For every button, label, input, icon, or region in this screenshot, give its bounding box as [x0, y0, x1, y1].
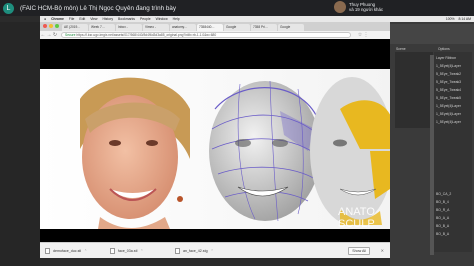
download-item[interactable]: face_03a.stl ⌃ [110, 247, 170, 254]
participant-info[interactable]: Thuy Phuong và 19 người khác [334, 1, 383, 13]
panel-tab-options[interactable]: Options [438, 47, 450, 51]
browser-tab[interactable]: Week 7… [89, 24, 115, 31]
layer-item[interactable]: 1_5Eyel(4)Layer [436, 120, 461, 124]
layer-item[interactable]: Layer Ribbon [436, 56, 456, 60]
download-filename: demoface_duc.stl [53, 248, 82, 253]
close-window-icon[interactable] [43, 24, 47, 28]
layer-item[interactable]: 1_5Eyel(4)Layer [436, 104, 461, 108]
browser-tab[interactable]: 7358 Pri… [251, 24, 277, 31]
dock-area [40, 258, 390, 266]
watermark-text-2: SCULP [338, 218, 375, 230]
tab-strip: AE (2019… Week 7… Inbox - Vimeo - anatom… [40, 22, 390, 31]
browser-tab[interactable]: Google [224, 24, 250, 31]
file-icon [175, 247, 180, 254]
menu-dots-icon[interactable]: ⋮ [363, 32, 369, 38]
menu-edit[interactable]: Edit [79, 17, 85, 21]
layer-item[interactable]: 5_5Eye_Tweak3 [436, 80, 461, 84]
subtool-item[interactable]: BO_B_A [436, 232, 449, 236]
app-toolbar [390, 24, 474, 44]
subtool-item[interactable]: BO_A_A [436, 216, 449, 220]
download-shelf: demoface_duc.stl ⌃ face_03a.stl ⌃ an_fac… [40, 242, 390, 258]
screen: L (FAIC HCM-Bộ môn) Lê Thị Ngọc Quyên đa… [0, 0, 474, 266]
meeting-header: L (FAIC HCM-Bộ môn) Lê Thị Ngọc Quyên đa… [0, 0, 474, 16]
chrome-window: AE (2019… Week 7… Inbox - Vimeo - anatom… [40, 22, 390, 258]
address-bar[interactable]: Secure https://i.ksr-ugc.imgix.net/asset… [61, 32, 351, 38]
browser-tab[interactable]: anatomy… [170, 24, 196, 31]
clock: 8:14 AM [458, 17, 471, 21]
menu-file[interactable]: File [69, 17, 74, 21]
file-icon [110, 247, 115, 254]
show-all-downloads-button[interactable]: Show All [348, 246, 370, 255]
download-filename: face_03a.stl [118, 248, 138, 253]
menu-view[interactable]: View [90, 17, 97, 21]
participant-avatar [334, 1, 346, 13]
face-sculpt-image: ANATO SCULP [40, 39, 390, 242]
browser-tab[interactable]: AE (2019… [62, 24, 88, 31]
browser-toolbar: ← → ↻ Secure https://i.ksr-ugc.imgix.net… [40, 31, 390, 39]
chevron-up-icon[interactable]: ⌃ [84, 249, 87, 253]
menu-bookmarks[interactable]: Bookmarks [118, 17, 135, 21]
download-item[interactable]: an_face_42.stg ⌃ [175, 247, 235, 254]
menu-chrome[interactable]: Chrome [51, 17, 64, 21]
secure-label: Secure [65, 33, 76, 37]
menu-history[interactable]: History [102, 17, 113, 21]
battery-level: 100% [445, 17, 455, 21]
panel-tab-scene[interactable]: Scene [396, 47, 406, 51]
subtool-item[interactable]: BO_R_A [436, 208, 449, 212]
maximize-window-icon[interactable] [55, 24, 59, 28]
watermark-text-1: ANATO [338, 206, 375, 218]
chevron-up-icon[interactable]: ⌃ [211, 249, 214, 253]
menu-people[interactable]: People [140, 17, 151, 21]
menu-window[interactable]: Window [156, 17, 168, 21]
desktop-left-area [0, 22, 40, 266]
layer-item[interactable]: 5_5Eye_Tweak4 [436, 88, 461, 92]
modeling-app-panel: Scene Options Layer Ribbon 1_5Eyel(4)Lay… [390, 22, 474, 266]
layer-item[interactable]: 1_5Eyel(4)Layer [436, 112, 461, 116]
menu-help[interactable]: Help [173, 17, 180, 21]
page-image-viewer: ANATO SCULP [40, 39, 390, 242]
minimize-window-icon[interactable] [49, 24, 53, 28]
browser-tab-active[interactable]: 7358440… [197, 24, 223, 31]
subtool-item[interactable]: BO_B_4 [436, 200, 449, 204]
preview-panel [395, 52, 433, 128]
url-text: https://i.ksr-ugc.imgix.net/assets/017/5… [76, 33, 217, 37]
reload-icon[interactable]: ↻ [52, 32, 58, 38]
presenter-avatar: L [3, 2, 14, 14]
subtool-item[interactable]: BO_B_A [436, 224, 449, 228]
download-filename: an_face_42.stg [183, 248, 208, 253]
meeting-title: (FAIC HCM-Bộ môn) Lê Thị Ngọc Quyên đang… [20, 4, 176, 12]
layer-item[interactable]: 1_5Eyel(4)Layer [436, 64, 461, 68]
layer-item[interactable]: 5_5Eye_Tweak5 [436, 96, 461, 100]
download-item[interactable]: demoface_duc.stl ⌃ [45, 247, 105, 254]
close-icon[interactable]: ✕ [381, 248, 384, 253]
apple-icon[interactable]: ● [44, 17, 46, 21]
browser-tab[interactable]: Vimeo - [143, 24, 169, 31]
participant-others: và 19 người khác [349, 7, 384, 12]
file-icon [45, 247, 50, 254]
subtool-item[interactable]: BO_CA_2 [436, 192, 451, 196]
layer-item[interactable]: 5_5Eye_Tweak2 [436, 72, 461, 76]
browser-tab[interactable]: Inbox - [116, 24, 142, 31]
chevron-up-icon[interactable]: ⌃ [140, 249, 143, 253]
browser-tab[interactable]: Google [278, 24, 304, 31]
